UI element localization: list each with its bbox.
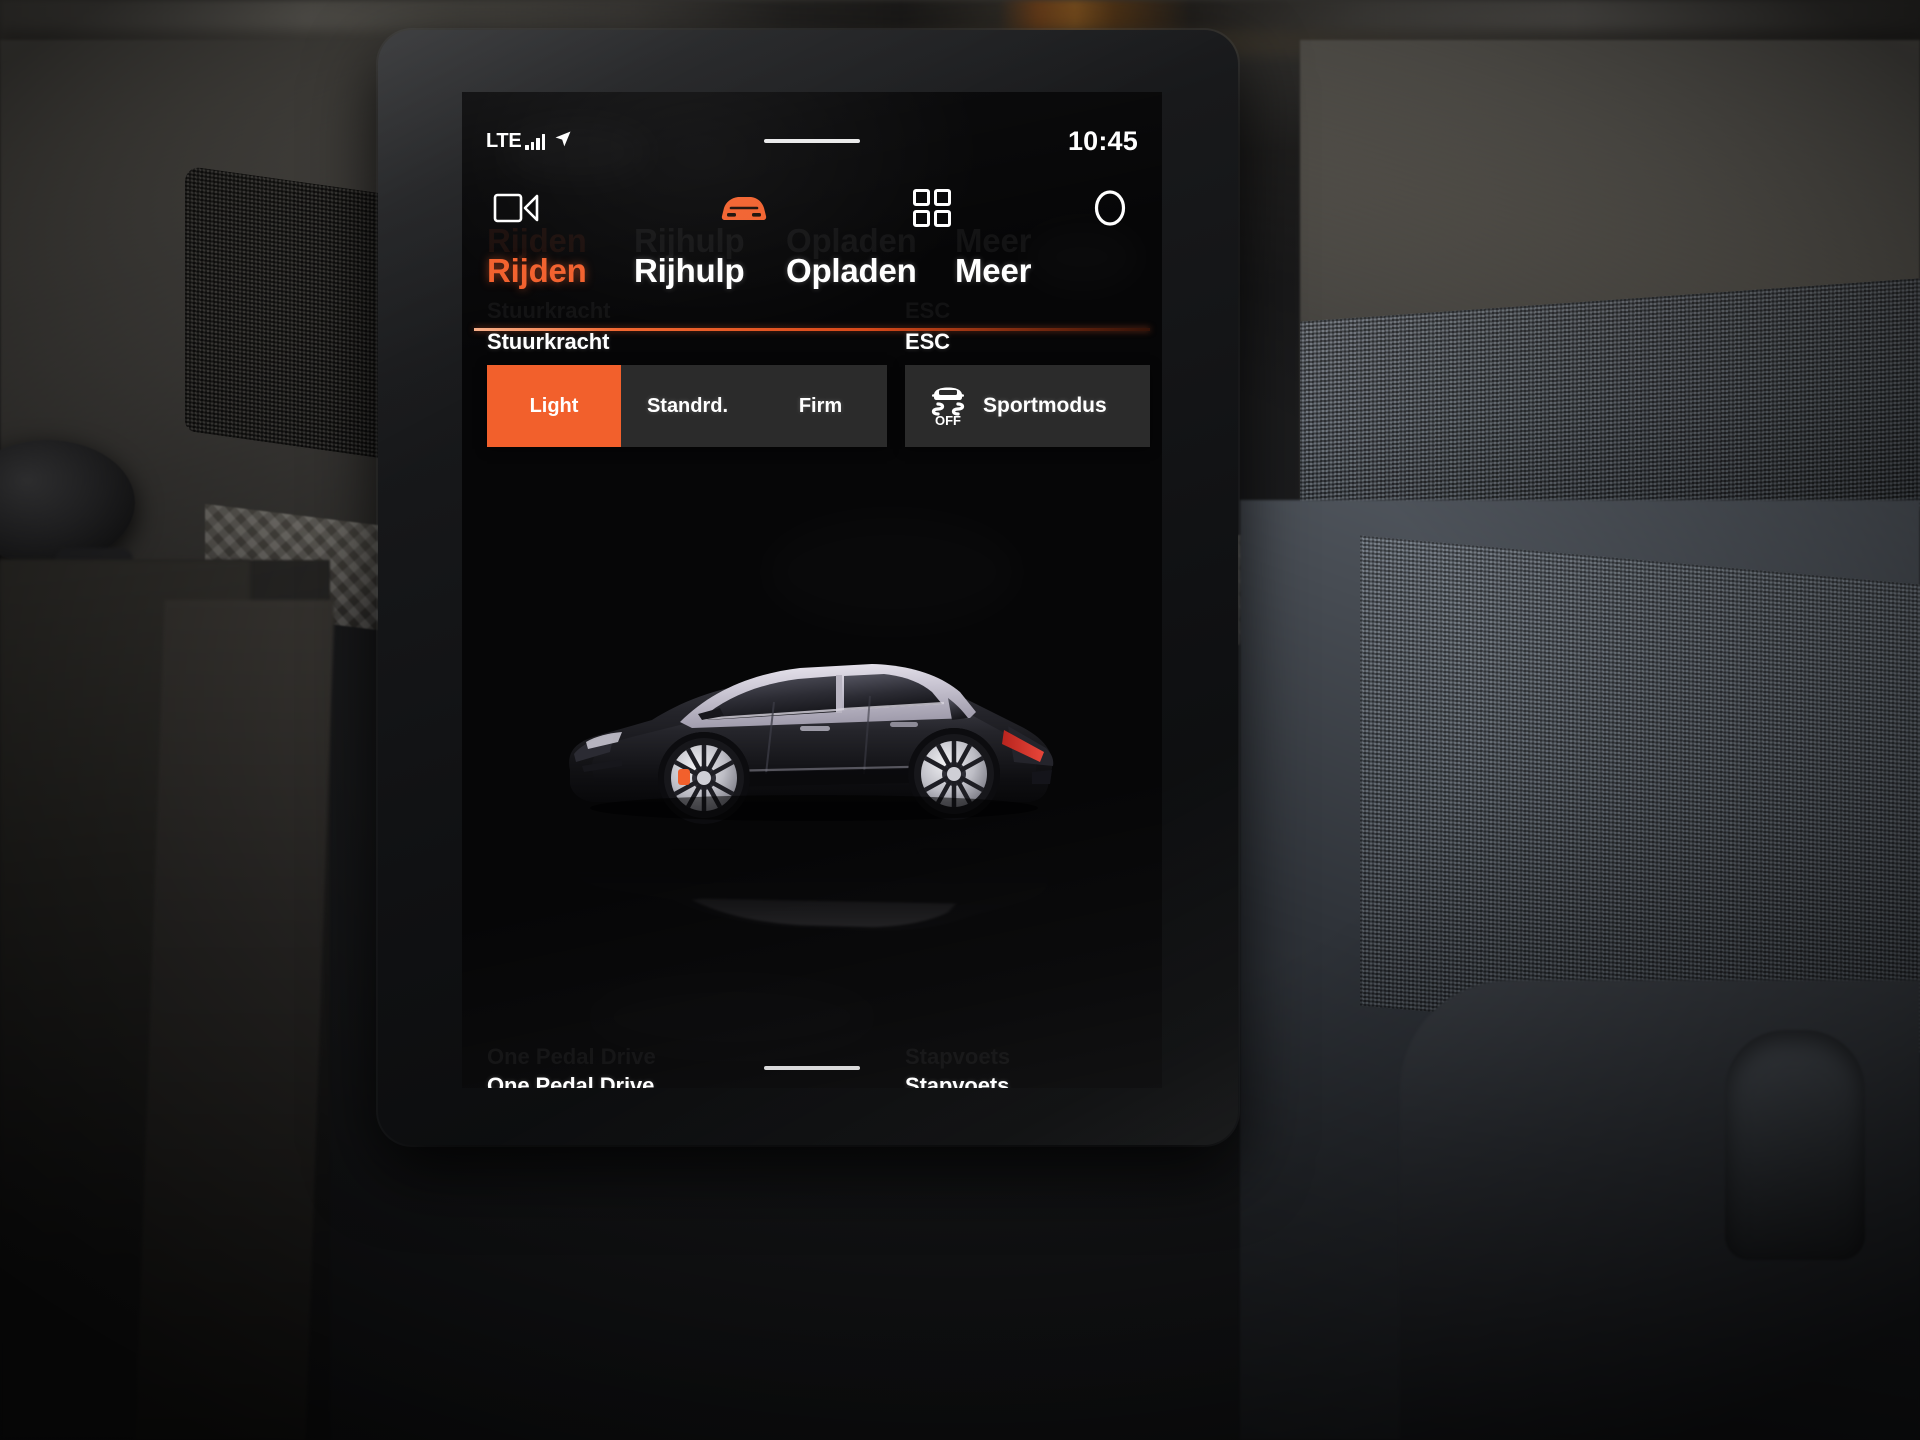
- creep-label-reflection: Stapvoets: [905, 1044, 1011, 1069]
- tab-rijden[interactable]: Rijden: [487, 252, 587, 290]
- car-rear-bumper: [1032, 770, 1052, 784]
- network-label: LTE: [486, 129, 522, 152]
- one-pedal-drive-section-label: One Pedal Drive: [487, 1073, 655, 1088]
- vehicle-illustration-stage: [462, 522, 1162, 1042]
- esc-off-text: OFF: [935, 413, 961, 427]
- steering-option-standard[interactable]: Standrd.: [621, 365, 754, 447]
- esc-off-icon: OFF: [927, 381, 969, 432]
- power-circle-icon[interactable]: [1082, 180, 1138, 236]
- creep-section-label: Stapvoets: [905, 1073, 1010, 1088]
- tab-rijhulp[interactable]: Rijhulp: [634, 252, 745, 290]
- apps-grid-icon[interactable]: [904, 180, 960, 236]
- status-bar-handle[interactable]: [764, 139, 860, 143]
- steering-force-segmented-control[interactable]: Light Standrd. Firm: [487, 365, 887, 447]
- car-rear-door-handle: [890, 722, 918, 727]
- car-b-pillar: [836, 675, 842, 713]
- signal-bars-icon: [525, 133, 546, 150]
- tab-meer[interactable]: Meer: [955, 252, 1031, 290]
- esc-sport-mode-label: Sportmodus: [983, 394, 1107, 417]
- top-icon-row: [462, 174, 1162, 246]
- esc-section-label: ESC: [905, 329, 950, 354]
- vehicle-reflection: [552, 831, 1072, 952]
- car-front-brake-caliper: [678, 769, 690, 785]
- tab-opladen[interactable]: Opladen: [786, 252, 917, 290]
- polestar-car-side-view: [552, 602, 1072, 837]
- clock: 10:45: [1067, 125, 1138, 156]
- infotainment-display[interactable]: LTE 10:45 Rijden Rijhulp Opladen Meer Ri…: [462, 92, 1162, 1088]
- steering-section-label: Stuurkracht: [487, 329, 610, 354]
- car-door-handle: [800, 726, 830, 731]
- car-ground-shadow: [590, 795, 1038, 821]
- primary-tab-bar: Rijden Rijhulp Opladen Meer Rijden Rijhu…: [462, 222, 1162, 324]
- status-bar-left: LTE: [486, 129, 573, 154]
- car-icon[interactable]: [716, 180, 772, 236]
- one-pedal-label-reflection: One Pedal Drive: [487, 1044, 656, 1069]
- media-camera-icon[interactable]: [488, 180, 544, 236]
- status-bar: LTE 10:45: [462, 120, 1162, 162]
- steering-option-light[interactable]: Light: [487, 365, 621, 447]
- navigation-arrow-icon: [553, 129, 573, 154]
- home-indicator-bar[interactable]: [764, 1066, 860, 1070]
- esc-sport-mode-button[interactable]: OFF Sportmodus: [905, 365, 1150, 447]
- steering-option-firm[interactable]: Firm: [754, 365, 887, 447]
